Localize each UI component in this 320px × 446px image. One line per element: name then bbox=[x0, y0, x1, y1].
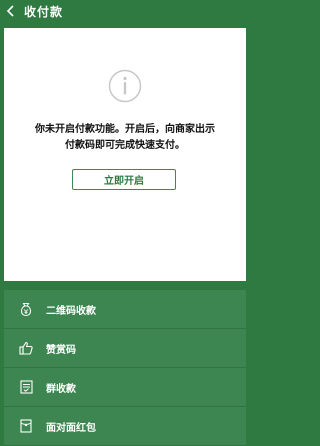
payment-menu: 二维码收款 赞赏码 群收款 面对面红包 bbox=[4, 290, 246, 446]
thumbs-up-icon bbox=[18, 340, 34, 356]
checklist-icon bbox=[18, 379, 34, 395]
back-arrow-icon bbox=[6, 5, 14, 17]
menu-item-group-collect[interactable]: 群收款 bbox=[4, 368, 246, 407]
menu-item-label: 面对面红包 bbox=[46, 422, 96, 434]
top-bar: 收付款 bbox=[0, 0, 250, 22]
menu-item-label: 赞赏码 bbox=[46, 344, 76, 356]
page-title: 收付款 bbox=[24, 4, 64, 19]
menu-item-qr-collect[interactable]: 二维码收款 bbox=[4, 290, 246, 329]
menu-item-label: 二维码收款 bbox=[46, 305, 96, 317]
info-icon bbox=[108, 69, 142, 103]
message-line-2: 付款码即可完成快速支付。 bbox=[65, 140, 185, 151]
disabled-message: 你未开启付款功能。开启后，向商家出示 付款码即可完成快速支付。 bbox=[14, 122, 236, 154]
money-bag-icon bbox=[18, 301, 34, 317]
menu-item-face-to-face-red-packet[interactable]: 面对面红包 bbox=[4, 407, 246, 446]
activate-now-button[interactable]: 立即开启 bbox=[72, 169, 176, 190]
message-line-1: 你未开启付款功能。开启后，向商家出示 bbox=[35, 124, 215, 135]
back-button[interactable] bbox=[0, 0, 22, 22]
menu-item-label: 群收款 bbox=[46, 383, 76, 395]
menu-item-reward-code[interactable]: 赞赏码 bbox=[4, 329, 246, 368]
red-packet-icon bbox=[18, 418, 34, 434]
payment-disabled-card: 你未开启付款功能。开启后，向商家出示 付款码即可完成快速支付。 立即开启 bbox=[4, 28, 246, 281]
